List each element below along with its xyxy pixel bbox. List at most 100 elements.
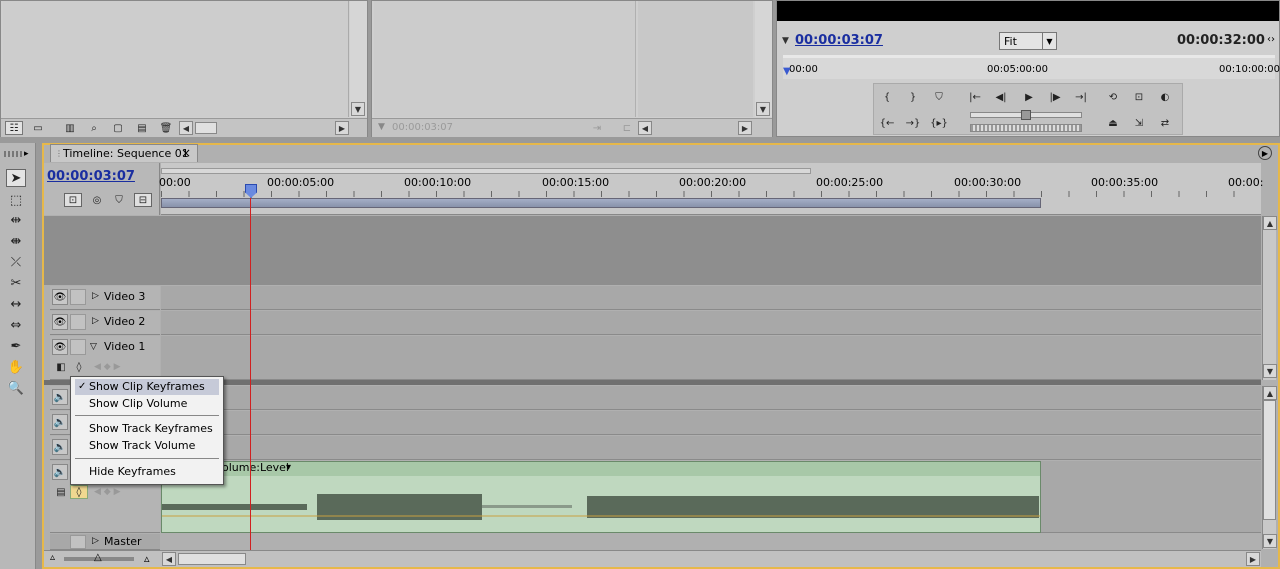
insert-icon[interactable]: ⊏ bbox=[618, 121, 636, 135]
scroll-down-arrow[interactable]: ▼ bbox=[1263, 364, 1277, 378]
play-icon[interactable]: ▶ bbox=[1020, 90, 1038, 104]
scroll-left-arrow[interactable]: ◀ bbox=[179, 121, 193, 135]
loop-icon[interactable]: ⟲ bbox=[1104, 90, 1122, 104]
program-ruler[interactable]: 00:00 00:05:00:00 00:10:00:00 ▼ bbox=[783, 55, 1280, 79]
speaker-icon[interactable]: 🔈 bbox=[52, 414, 68, 430]
snap-icon[interactable]: ⊡ bbox=[64, 193, 82, 207]
panel-menu-icon[interactable]: ‹› bbox=[1267, 34, 1275, 45]
horizontal-scroll-thumb[interactable] bbox=[178, 553, 246, 565]
output-icon[interactable]: ◐ bbox=[1156, 90, 1174, 104]
speaker-icon[interactable]: 🔈 bbox=[52, 439, 68, 455]
scroll-down-arrow[interactable]: ▼ bbox=[351, 102, 365, 116]
selection-tool-icon[interactable]: ➤ bbox=[6, 169, 26, 187]
keyframe-nav-icon[interactable]: ◀ ◆ ▶ bbox=[94, 487, 121, 497]
new-item-icon[interactable]: ▤ bbox=[133, 121, 151, 135]
trim-icon[interactable]: ⇄ bbox=[1156, 116, 1174, 130]
menu-item-show-clip-volume[interactable]: Show Clip Volume bbox=[75, 396, 219, 412]
work-area-icon[interactable]: ⊟ bbox=[134, 193, 152, 207]
shuttle-slider[interactable] bbox=[970, 110, 1082, 120]
menu-item-show-track-volume[interactable]: Show Track Volume bbox=[75, 438, 219, 454]
scroll-down-arrow[interactable]: ▼ bbox=[1263, 534, 1277, 548]
project-scrollbar[interactable] bbox=[350, 1, 367, 117]
slide-tool-icon[interactable]: ⇔ bbox=[6, 316, 26, 334]
set-marker-icon[interactable]: ⛉ bbox=[110, 193, 128, 207]
zoom-select[interactable]: Fit ▼ bbox=[999, 32, 1057, 50]
lift-icon[interactable]: ⏏ bbox=[1104, 116, 1122, 130]
export-icon[interactable]: ⇥ bbox=[588, 121, 606, 135]
menu-item-show-clip-keyframes[interactable]: ✓ Show Clip Keyframes bbox=[75, 379, 219, 395]
expand-arrow-icon[interactable]: ▷ bbox=[92, 316, 99, 326]
audio-clip[interactable]: olume:Level ▾ bbox=[161, 461, 1041, 533]
audio-vertical-scrollbar[interactable]: ▲ ▼ bbox=[1262, 386, 1277, 549]
set-encore-marker-icon[interactable]: ◎ bbox=[88, 193, 106, 207]
scroll-left-arrow[interactable]: ◀ bbox=[638, 121, 652, 135]
scroll-right-arrow[interactable]: ▶ bbox=[738, 121, 752, 135]
go-to-in-icon[interactable]: {← bbox=[878, 116, 896, 130]
expand-arrow-icon[interactable]: ▷ bbox=[92, 291, 99, 301]
scroll-right-arrow[interactable]: ▶ bbox=[1246, 552, 1260, 566]
scroll-down-arrow[interactable]: ▼ bbox=[756, 102, 770, 116]
lock-toggle[interactable] bbox=[70, 535, 86, 549]
rate-stretch-tool-icon[interactable]: ⤫ bbox=[6, 253, 26, 271]
menu-item-hide-keyframes[interactable]: Hide Keyframes bbox=[75, 464, 219, 480]
go-to-out-icon[interactable]: →} bbox=[904, 116, 922, 130]
delete-icon[interactable]: 🗑 bbox=[157, 121, 175, 135]
scroll-left-arrow[interactable]: ◀ bbox=[162, 552, 176, 566]
timeline-ruler[interactable] bbox=[161, 163, 1261, 215]
video-vertical-scrollbar[interactable]: ▲ ▼ bbox=[1262, 216, 1277, 380]
scroll-up-arrow[interactable]: ▲ bbox=[1263, 216, 1277, 230]
track-lane-audio1[interactable] bbox=[161, 386, 1261, 410]
razor-tool-icon[interactable]: ✂ bbox=[6, 274, 26, 292]
horizontal-scroll-thumb[interactable] bbox=[195, 122, 217, 134]
work-area-bar[interactable] bbox=[161, 198, 1041, 208]
vertical-scroll-thumb[interactable] bbox=[1263, 400, 1276, 520]
slip-tool-icon[interactable]: ↔ bbox=[6, 295, 26, 313]
timeline-tab[interactable]: ⋮ Timeline: Sequence 01 × bbox=[50, 144, 198, 162]
track-lane-audio2[interactable] bbox=[161, 411, 1261, 435]
track-lane-video3[interactable] bbox=[161, 286, 1261, 310]
speaker-icon[interactable]: 🔈 bbox=[52, 389, 68, 405]
playhead-marker-icon[interactable]: ▼ bbox=[783, 66, 791, 77]
collapse-arrow-icon[interactable]: ▽ bbox=[90, 342, 97, 352]
play-in-to-out-icon[interactable]: {▸} bbox=[930, 116, 948, 130]
program-current-time[interactable]: 00:00:03:07 bbox=[795, 33, 883, 48]
eye-icon[interactable]: 👁 bbox=[52, 339, 68, 355]
panel-menu-icon[interactable]: ▸ bbox=[24, 149, 29, 159]
zoom-scroll-bar[interactable] bbox=[161, 168, 811, 174]
list-view-icon[interactable]: ☷ bbox=[5, 121, 23, 135]
mark-out-icon[interactable]: } bbox=[904, 90, 922, 104]
expand-arrow-icon[interactable]: ▷ bbox=[92, 536, 99, 546]
video-audio-divider[interactable] bbox=[44, 380, 1261, 385]
find-icon[interactable]: ⌕ bbox=[85, 121, 103, 135]
speaker-icon[interactable]: 🔈 bbox=[52, 464, 68, 480]
track-lane-video2[interactable] bbox=[161, 311, 1261, 335]
safe-margins-icon[interactable]: ⊡ bbox=[1130, 90, 1148, 104]
extract-icon[interactable]: ⇲ bbox=[1130, 116, 1148, 130]
new-bin-icon[interactable]: ▢ bbox=[109, 121, 127, 135]
zoom-out-icon[interactable]: ▵ bbox=[50, 552, 55, 563]
timeline-panel-menu-icon[interactable]: ▶ bbox=[1258, 146, 1272, 160]
scroll-right-arrow[interactable]: ▶ bbox=[335, 121, 349, 135]
track-select-tool-icon[interactable]: ⬚ bbox=[6, 191, 26, 209]
zoom-tool-icon[interactable]: 🔍 bbox=[6, 379, 26, 397]
pen-tool-icon[interactable]: ✒ bbox=[6, 337, 26, 355]
chevron-down-icon[interactable]: ▾ bbox=[286, 462, 291, 473]
zoom-in-icon[interactable]: ▵ bbox=[144, 552, 150, 565]
display-style-icon[interactable]: ◧ bbox=[52, 360, 70, 374]
step-back-icon[interactable]: ◀| bbox=[992, 90, 1010, 104]
rolling-edit-tool-icon[interactable]: ⇼ bbox=[6, 232, 26, 250]
shuttle-handle[interactable] bbox=[1021, 110, 1031, 120]
mark-in-icon[interactable]: { bbox=[878, 90, 896, 104]
next-edit-icon[interactable]: →| bbox=[1072, 90, 1090, 104]
step-forward-icon[interactable]: |▶ bbox=[1046, 90, 1064, 104]
scroll-up-arrow[interactable]: ▲ bbox=[1263, 386, 1277, 400]
keyframes-toggle-icon[interactable]: ◊ bbox=[70, 485, 88, 499]
eye-icon[interactable]: 👁 bbox=[52, 289, 68, 305]
hand-tool-icon[interactable]: ✋ bbox=[6, 358, 26, 376]
lock-toggle[interactable] bbox=[70, 339, 86, 355]
close-icon[interactable]: × bbox=[181, 146, 191, 160]
track-lane-video1[interactable] bbox=[161, 336, 1261, 380]
lock-toggle[interactable] bbox=[70, 289, 86, 305]
menu-item-show-track-keyframes[interactable]: Show Track Keyframes bbox=[75, 421, 219, 437]
ripple-edit-tool-icon[interactable]: ⇹ bbox=[6, 211, 26, 229]
